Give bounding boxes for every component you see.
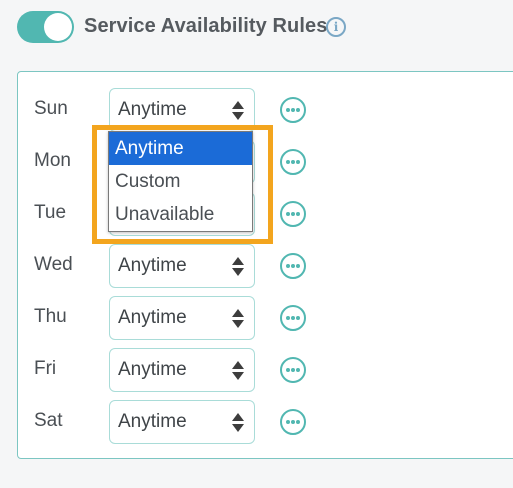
day-label: Wed [34, 254, 73, 275]
select-arrows-icon [232, 257, 244, 277]
more-options-icon[interactable] [280, 357, 306, 383]
day-label: Mon [34, 150, 71, 171]
availability-select-sat[interactable]: Anytime [109, 400, 255, 444]
day-label: Fri [34, 358, 57, 379]
availability-select-wed[interactable]: Anytime [109, 244, 255, 288]
dropdown-option-custom[interactable]: Custom [109, 165, 252, 198]
dropdown-option-unavailable[interactable]: Unavailable [109, 198, 252, 231]
more-options-icon[interactable] [280, 409, 306, 435]
select-value: Anytime [118, 99, 187, 120]
day-label: Sat [34, 410, 63, 431]
section-title: Service Availability Rules [84, 15, 328, 37]
day-row-tue: Tue [18, 192, 513, 236]
select-arrows-icon [232, 309, 244, 329]
day-label: Tue [34, 202, 67, 223]
toggle-knob [44, 13, 72, 41]
availability-select-sun[interactable]: Anytime [109, 88, 255, 132]
select-value: Anytime [118, 411, 187, 432]
dropdown-option-anytime[interactable]: Anytime [109, 132, 252, 165]
day-row-fri: Fri Anytime [18, 348, 513, 392]
header: Service Availability Rules i [0, 0, 513, 56]
select-arrows-icon [232, 361, 244, 381]
more-options-icon[interactable] [280, 201, 306, 227]
availability-select-thu[interactable]: Anytime [109, 296, 255, 340]
select-arrows-icon [232, 413, 244, 433]
availability-dropdown-list: Anytime Custom Unavailable [108, 131, 253, 232]
day-row-wed: Wed Anytime [18, 244, 513, 288]
day-row-sun: Sun Anytime [18, 88, 513, 132]
select-value: Anytime [118, 307, 187, 328]
availability-select-fri[interactable]: Anytime [109, 348, 255, 392]
day-row-sat: Sat Anytime [18, 400, 513, 444]
availability-toggle[interactable] [17, 11, 74, 43]
select-value: Anytime [118, 359, 187, 380]
availability-panel: Sun Anytime Mon Tue Wed Anytime Thu Anyt… [17, 71, 513, 459]
select-arrows-icon [232, 101, 244, 121]
more-options-icon[interactable] [280, 97, 306, 123]
day-label: Thu [34, 306, 67, 327]
day-row-mon: Mon [18, 140, 513, 184]
day-label: Sun [34, 98, 68, 119]
day-row-thu: Thu Anytime [18, 296, 513, 340]
more-options-icon[interactable] [280, 253, 306, 279]
info-icon[interactable]: i [326, 17, 346, 37]
more-options-icon[interactable] [280, 305, 306, 331]
more-options-icon[interactable] [280, 149, 306, 175]
select-value: Anytime [118, 255, 187, 276]
